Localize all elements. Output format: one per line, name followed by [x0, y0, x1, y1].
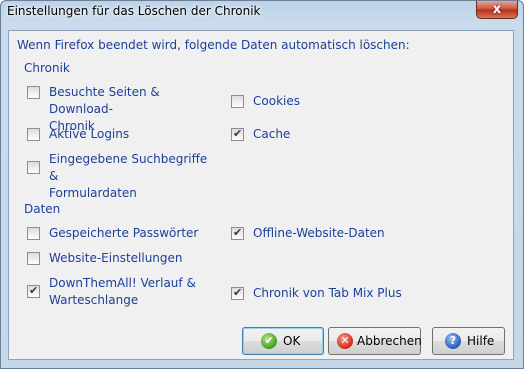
checkbox[interactable] — [27, 252, 40, 265]
cancel-button-label: Abbrechen — [357, 334, 422, 348]
window-title: Einstellungen für das Löschen der Chroni… — [7, 4, 261, 18]
help-icon: ? — [445, 333, 461, 349]
checkbox-label: Eingegebene Suchbegriffe & Formulardaten — [49, 152, 208, 200]
checkbox[interactable] — [27, 283, 40, 298]
checkmark-icon: ✔ — [261, 333, 277, 349]
cancel-button[interactable]: ✕ Abbrechen — [328, 327, 422, 355]
checkbox[interactable] — [231, 285, 244, 300]
checkbox[interactable] — [27, 86, 40, 99]
title-bar: Einstellungen für das Löschen der Chroni… — [1, 1, 523, 25]
dialog-content: Wenn Firefox beendet wird, folgende Date… — [8, 30, 514, 360]
checkbox[interactable] — [231, 225, 244, 240]
checkbox[interactable] — [27, 161, 40, 174]
section-heading-daten: Daten — [24, 202, 61, 216]
section-heading-chronik: Chronik — [24, 61, 70, 75]
help-button[interactable]: ? Hilfe — [432, 327, 505, 355]
checkbox-label: Offline-Website-Daten — [253, 226, 385, 240]
checkbox-label: DownThemAll! Verlauf & Warteschlange — [49, 276, 196, 307]
close-button[interactable]: x — [476, 1, 518, 19]
checkbox[interactable] — [27, 128, 40, 141]
checkbox-label: Gespeicherte Passwörter — [49, 226, 199, 240]
checkbox-label: Website-Einstellungen — [49, 251, 183, 265]
dialog-window: Einstellungen für das Löschen der Chroni… — [0, 0, 524, 369]
checkbox[interactable] — [27, 227, 40, 240]
close-icon: x — [492, 2, 502, 17]
checkbox[interactable] — [231, 126, 244, 141]
cancel-icon: ✕ — [337, 333, 353, 349]
checkbox-label: Chronik von Tab Mix Plus — [253, 286, 402, 300]
checkbox-label: Aktive Logins — [49, 127, 130, 141]
checkbox[interactable] — [231, 95, 244, 108]
checkbox-label: Cache — [253, 127, 291, 141]
checkbox-label: Cookies — [253, 94, 300, 108]
intro-text: Wenn Firefox beendet wird, folgende Date… — [17, 38, 410, 52]
ok-button-label: OK — [283, 334, 301, 348]
help-button-label: Hilfe — [467, 334, 495, 348]
ok-button[interactable]: ✔ OK — [242, 327, 324, 355]
